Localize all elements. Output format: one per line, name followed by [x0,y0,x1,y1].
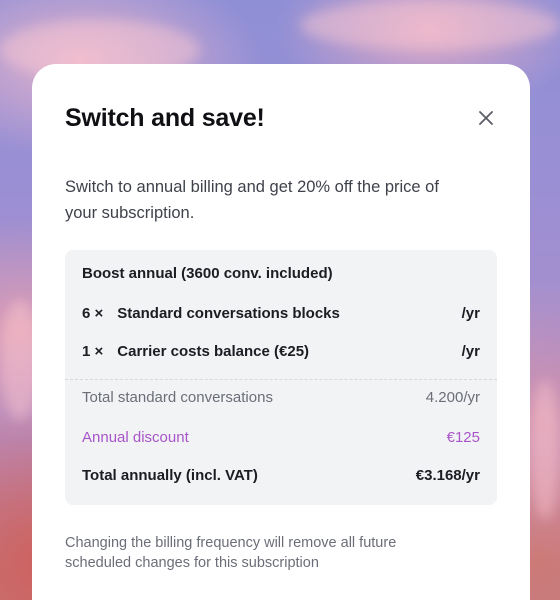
line-item-price: /yr [461,343,480,361]
line-item-quantity: 6 × [82,304,104,322]
modal-header: Switch and save! [65,102,497,134]
modal-title: Switch and save! [65,103,265,132]
total-annual-label: Total annually (incl. VAT) [82,467,258,485]
annual-discount-row: Annual discount €125 [82,418,480,457]
price-summary: Boost annual (3600 conv. included) 6 × S… [65,250,497,505]
close-icon [479,111,493,125]
line-item-quantity: 1 × [82,343,104,361]
totals: Total standard conversations 4.200/yr An… [65,380,497,505]
annual-discount-value: €125 [446,428,480,446]
plan-items: Boost annual (3600 conv. included) 6 × S… [65,250,497,379]
plan-label: Boost annual (3600 conv. included) [82,264,333,282]
line-item-price: /yr [461,304,480,322]
total-standard-value: 4.200/yr [425,388,480,406]
line-item: 1 × Carrier costs balance (€25) /yr [82,333,480,372]
annual-discount-label: Annual discount [82,428,189,446]
line-item-label: Carrier costs balance (€25) [117,343,310,361]
close-button[interactable] [472,104,500,132]
total-annual-row: Total annually (incl. VAT) €3.168/yr [82,457,480,496]
total-annual-value: €3.168/yr [415,467,480,485]
switch-billing-modal: Switch and save! Switch to annual billin… [32,64,530,600]
total-standard-row: Total standard conversations 4.200/yr [82,388,480,406]
billing-change-note: Changing the billing frequency will remo… [65,535,397,571]
total-standard-label: Total standard conversations [82,388,273,406]
modal-description: Switch to annual billing and get 20% off… [65,178,439,222]
background-cloud [530,380,560,520]
background-cloud [300,0,560,50]
line-item: 6 × Standard conversations blocks /yr [82,294,480,333]
line-item-label: Standard conversations blocks [117,304,340,322]
plan-row: Boost annual (3600 conv. included) [82,264,480,282]
